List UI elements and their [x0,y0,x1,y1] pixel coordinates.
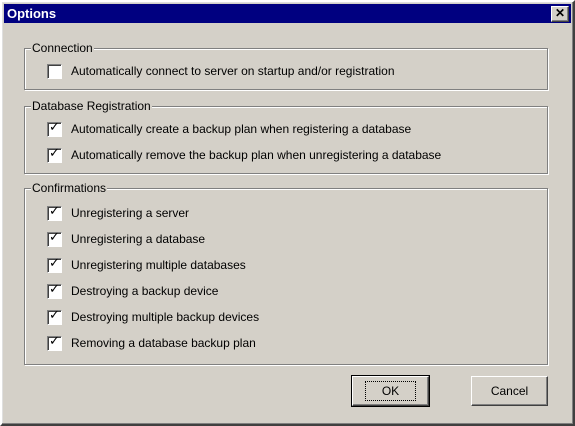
database-registration-group: Database Registration ✓ Automatically cr… [24,99,548,174]
auto-create-backup-plan-label: Automatically create a backup plan when … [71,122,412,136]
ok-button-label: OK [364,381,417,401]
checkmark-icon: ✓ [49,145,60,161]
confirm-destroy-multiple-backup-devices-option[interactable]: ✓ Destroying multiple backup devices [47,307,260,325]
confirm-remove-backup-plan-label: Removing a database backup plan [71,336,256,350]
confirm-unregister-server-checkbox[interactable]: ✓ [47,203,62,221]
confirm-destroy-backup-device-option[interactable]: ✓ Destroying a backup device [47,281,219,299]
confirm-unregister-server-option[interactable]: ✓ Unregistering a server [47,203,190,221]
confirm-destroy-multiple-backup-devices-label: Destroying multiple backup devices [71,310,260,324]
confirm-unregister-multiple-databases-option[interactable]: ✓ Unregistering multiple databases [47,255,246,273]
confirm-unregister-database-label: Unregistering a database [71,232,206,246]
checkmark-icon: ✓ [49,119,60,135]
ok-button[interactable]: OK [351,375,430,407]
auto-remove-backup-plan-label: Automatically remove the backup plan whe… [71,148,442,162]
window-title: Options [7,6,57,21]
auto-remove-backup-plan-option[interactable]: ✓ Automatically remove the backup plan w… [47,145,442,163]
database-registration-group-label: Database Registration [31,99,152,113]
confirm-destroy-backup-device-label: Destroying a backup device [71,284,219,298]
checkmark-icon: ✓ [49,229,60,245]
confirm-remove-backup-plan-checkbox[interactable]: ✓ [47,333,62,351]
cancel-button-label: Cancel [490,384,529,398]
auto-connect-checkbox[interactable] [47,63,62,79]
confirmations-group: Confirmations ✓ Unregistering a server ✓… [24,181,548,365]
confirm-unregister-database-checkbox[interactable]: ✓ [47,229,62,247]
checkmark-icon: ✓ [49,255,60,271]
confirm-remove-backup-plan-option[interactable]: ✓ Removing a database backup plan [47,333,256,351]
auto-connect-option[interactable]: Automatically connect to server on start… [47,63,395,79]
checkmark-icon: ✓ [49,281,60,297]
auto-remove-backup-plan-checkbox[interactable]: ✓ [47,145,62,163]
confirm-unregister-server-label: Unregistering a server [71,206,190,220]
confirm-unregister-multiple-databases-label: Unregistering multiple databases [71,258,246,272]
checkmark-icon: ✓ [49,333,60,349]
confirm-destroy-backup-device-checkbox[interactable]: ✓ [47,281,62,299]
connection-group-label: Connection [31,41,94,55]
confirmations-group-label: Confirmations [31,181,108,195]
confirm-destroy-multiple-backup-devices-checkbox[interactable]: ✓ [47,307,62,325]
connection-group: Connection Automatically connect to serv… [24,41,548,90]
close-icon[interactable]: ✕ [551,6,569,22]
cancel-button[interactable]: Cancel [471,376,548,406]
auto-create-backup-plan-option[interactable]: ✓ Automatically create a backup plan whe… [47,119,412,137]
auto-create-backup-plan-checkbox[interactable]: ✓ [47,119,62,137]
title-bar[interactable]: Options ✕ [4,4,571,23]
checkmark-icon: ✓ [49,203,60,219]
auto-connect-label: Automatically connect to server on start… [71,64,395,78]
options-dialog: Options ✕ Connection Automatically conne… [0,0,575,426]
confirm-unregister-database-option[interactable]: ✓ Unregistering a database [47,229,206,247]
checkmark-icon: ✓ [49,307,60,323]
confirm-unregister-multiple-databases-checkbox[interactable]: ✓ [47,255,62,273]
